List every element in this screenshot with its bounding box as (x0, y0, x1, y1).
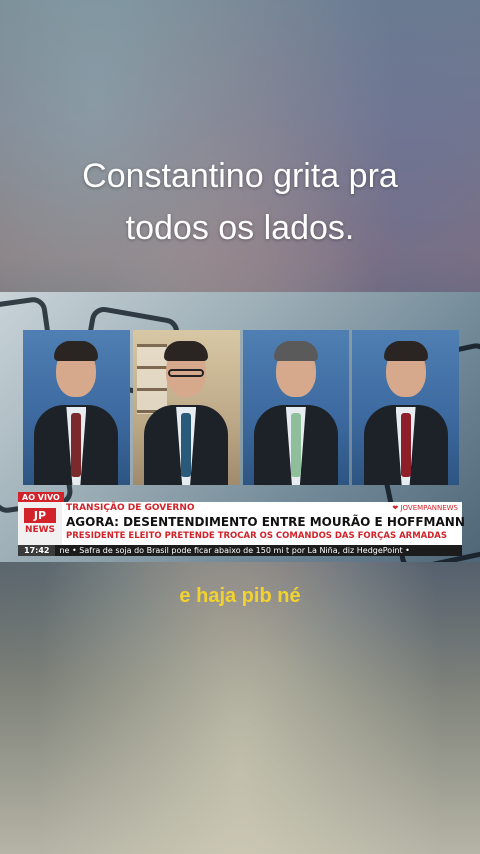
ticker-clock: 17:42 (18, 545, 56, 556)
panelist-2 (132, 330, 240, 485)
panelist-grid (23, 330, 459, 485)
top-caption-line-1: Constantino grita pra (82, 157, 398, 195)
panelist-1 (23, 330, 130, 485)
channel-handle: ❤ JOVEMPANNEWS (392, 504, 458, 512)
bottom-caption: e haja pib né (179, 585, 301, 607)
news-ticker: 17:42 ne • Safra de soja do Brasil pode f… (18, 545, 462, 556)
tie (181, 413, 192, 477)
person-figure (363, 335, 448, 485)
tie (400, 413, 411, 477)
person-figure (253, 335, 338, 485)
video-frame[interactable]: AO VIVO JP NEWS TRANSIÇÃO DE GOVERNO ❤ J… (0, 292, 480, 562)
top-caption: Constantino grita pra todos os lados. (0, 150, 480, 254)
ticker-text: ne • Safra de soja do Brasil pode ficar … (59, 546, 410, 555)
person-figure (34, 335, 119, 485)
person-figure (144, 335, 229, 485)
news-lower-third: JP NEWS TRANSIÇÃO DE GOVERNO ❤ JOVEMPANN… (18, 502, 465, 545)
logo-jp-text: JP (24, 508, 56, 523)
news-topic: TRANSIÇÃO DE GOVERNO (66, 503, 195, 513)
top-caption-line-2: todos os lados. (125, 209, 355, 247)
tie (290, 413, 301, 477)
logo-news-text: NEWS (24, 525, 56, 535)
news-headline: AGORA: DESENTENDIMENTO ENTRE MOURÃO E HO… (66, 515, 465, 529)
news-subheadline: PRESIDENTE ELEITO PRETENDE TROCAR OS COM… (66, 531, 447, 541)
panelist-3 (242, 330, 350, 485)
panelist-4 (352, 330, 459, 485)
jp-news-logo: JP NEWS (18, 502, 62, 545)
tie (71, 413, 82, 477)
